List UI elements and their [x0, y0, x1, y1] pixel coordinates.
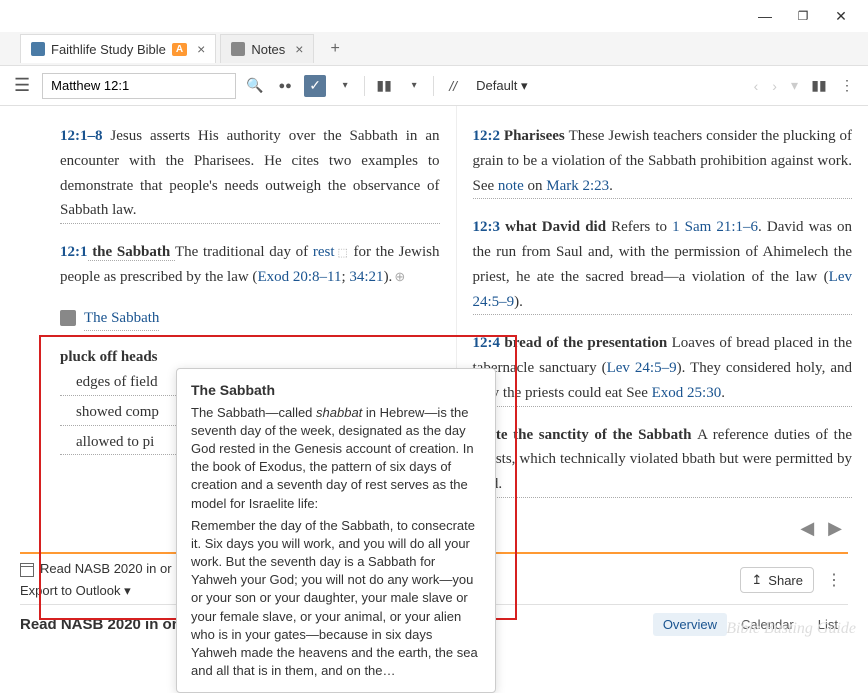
document-tabs: Faithlife Study Bible A × Notes × +	[0, 32, 868, 66]
more-menu-icon[interactable]: ⋮	[820, 566, 848, 594]
new-tab-button[interactable]: +	[318, 34, 351, 64]
nav-back-button[interactable]: ‹	[750, 76, 763, 96]
separator	[364, 76, 365, 96]
more-menu-icon[interactable]: ⋮	[836, 75, 858, 97]
factbook-link[interactable]: The Sabbath	[60, 306, 440, 332]
reading-plan-label[interactable]: Read NASB 2020 in or	[20, 561, 172, 577]
columns-icon[interactable]: ▮▮	[373, 75, 395, 97]
book-icon	[31, 42, 45, 56]
close-tab-icon[interactable]: ×	[197, 41, 205, 57]
nav-forward-button[interactable]: ›	[768, 76, 781, 96]
tab-label: Notes	[251, 42, 285, 57]
layout-select[interactable]: Default ▾	[472, 76, 531, 96]
panel-layout-icon[interactable]: ▮▮	[808, 75, 830, 97]
page-next-button[interactable]: ▶	[828, 514, 842, 544]
checkbox-toggle[interactable]: ✓	[304, 75, 326, 97]
window-titlebar: — ❐ ✕	[0, 0, 868, 32]
commentary-paragraph: 12:1–8 Jesus asserts His authority over …	[60, 124, 440, 224]
link-note[interactable]: note	[498, 178, 524, 194]
tooltip-title: The Sabbath	[191, 381, 481, 401]
link-mark-2-23[interactable]: Mark 2:23	[546, 178, 609, 194]
share-icon: ↥	[751, 572, 762, 588]
verse-reference[interactable]: 12:1	[60, 244, 88, 260]
close-window-button[interactable]: ✕	[822, 8, 860, 25]
link-exod-25-30[interactable]: Exod 25:30	[652, 385, 722, 401]
verse-reference[interactable]: 12:1–8	[60, 128, 103, 144]
page-prev-button[interactable]: ◀	[800, 514, 814, 544]
calendar-icon	[20, 563, 34, 577]
search-icon[interactable]: 🔍	[244, 75, 266, 97]
verse-reference[interactable]: 12:2	[473, 128, 501, 144]
tab-label: Faithlife Study Bible	[51, 42, 166, 57]
tab-badge: A	[172, 43, 187, 56]
commentary-paragraph: 12:2 Pharisees These Jewish teachers con…	[473, 124, 853, 199]
verse-reference[interactable]: 12:4	[473, 335, 501, 351]
dropdown-arrow-icon[interactable]: ▾	[334, 75, 356, 97]
right-column[interactable]: 12:2 Pharisees These Jewish teachers con…	[457, 106, 868, 566]
separator	[433, 76, 434, 96]
menu-button[interactable]: ☰	[10, 71, 34, 100]
notes-icon	[231, 42, 245, 56]
maximize-button[interactable]: ❐	[784, 9, 822, 23]
expand-icon[interactable]: ⊕	[394, 269, 405, 284]
tab-notes[interactable]: Notes ×	[220, 34, 314, 63]
nav-down-button[interactable]: ▾	[787, 75, 802, 96]
toolbar: ☰ 🔍 ●● ✓ ▾ ▮▮ ▾ // Default ▾ ‹ › ▾ ▮▮ ⋮	[0, 66, 868, 106]
link-lev-24b[interactable]: Lev 24:5–9	[607, 360, 677, 376]
dropdown-arrow-icon[interactable]: ▾	[403, 75, 425, 97]
link-1sam-21[interactable]: 1 Sam 21:1–6	[672, 219, 758, 235]
external-link-icon: ⬚	[337, 247, 349, 259]
commentary-paragraph: iolate the sanctity of the Sabbath A ref…	[473, 423, 853, 498]
link-exod-20-8[interactable]: Exod 20:8–11	[257, 269, 341, 285]
link-34-21[interactable]: 34:21	[349, 269, 383, 285]
reference-input[interactable]	[42, 73, 236, 99]
verse-reference[interactable]: 12:3	[473, 219, 501, 235]
watermark: Bible Busting Guide	[726, 622, 856, 636]
paragraph-icon[interactable]: //	[442, 75, 464, 97]
commentary-paragraph: 12:3 what David did Refers to 1 Sam 21:1…	[473, 215, 853, 315]
tab-faithlife-study-bible[interactable]: Faithlife Study Bible A ×	[20, 34, 216, 63]
link-rest[interactable]: rest	[313, 244, 335, 260]
commentary-paragraph: 12:1 the Sabbath The traditional day of …	[60, 240, 440, 290]
tooltip-body: The Sabbath—called shabbat in Hebrew—is …	[191, 404, 481, 513]
factbook-icon	[60, 310, 76, 326]
pager: ◀ ▶	[473, 514, 853, 544]
tab-overview[interactable]: Overview	[653, 613, 727, 636]
commentary-paragraph: 12:4 bread of the presentation Loaves of…	[473, 331, 853, 406]
minimize-button[interactable]: —	[746, 8, 784, 24]
parallel-icon[interactable]: ●●	[274, 75, 296, 97]
factbook-tooltip: The Sabbath The Sabbath—called shabbat i…	[176, 368, 496, 693]
close-tab-icon[interactable]: ×	[295, 41, 303, 57]
tooltip-quote: Remember the day of the Sabbath, to cons…	[191, 517, 481, 681]
export-outlook-button[interactable]: Export to Outlook ▾	[20, 583, 172, 599]
share-button[interactable]: ↥ Share	[740, 567, 814, 593]
